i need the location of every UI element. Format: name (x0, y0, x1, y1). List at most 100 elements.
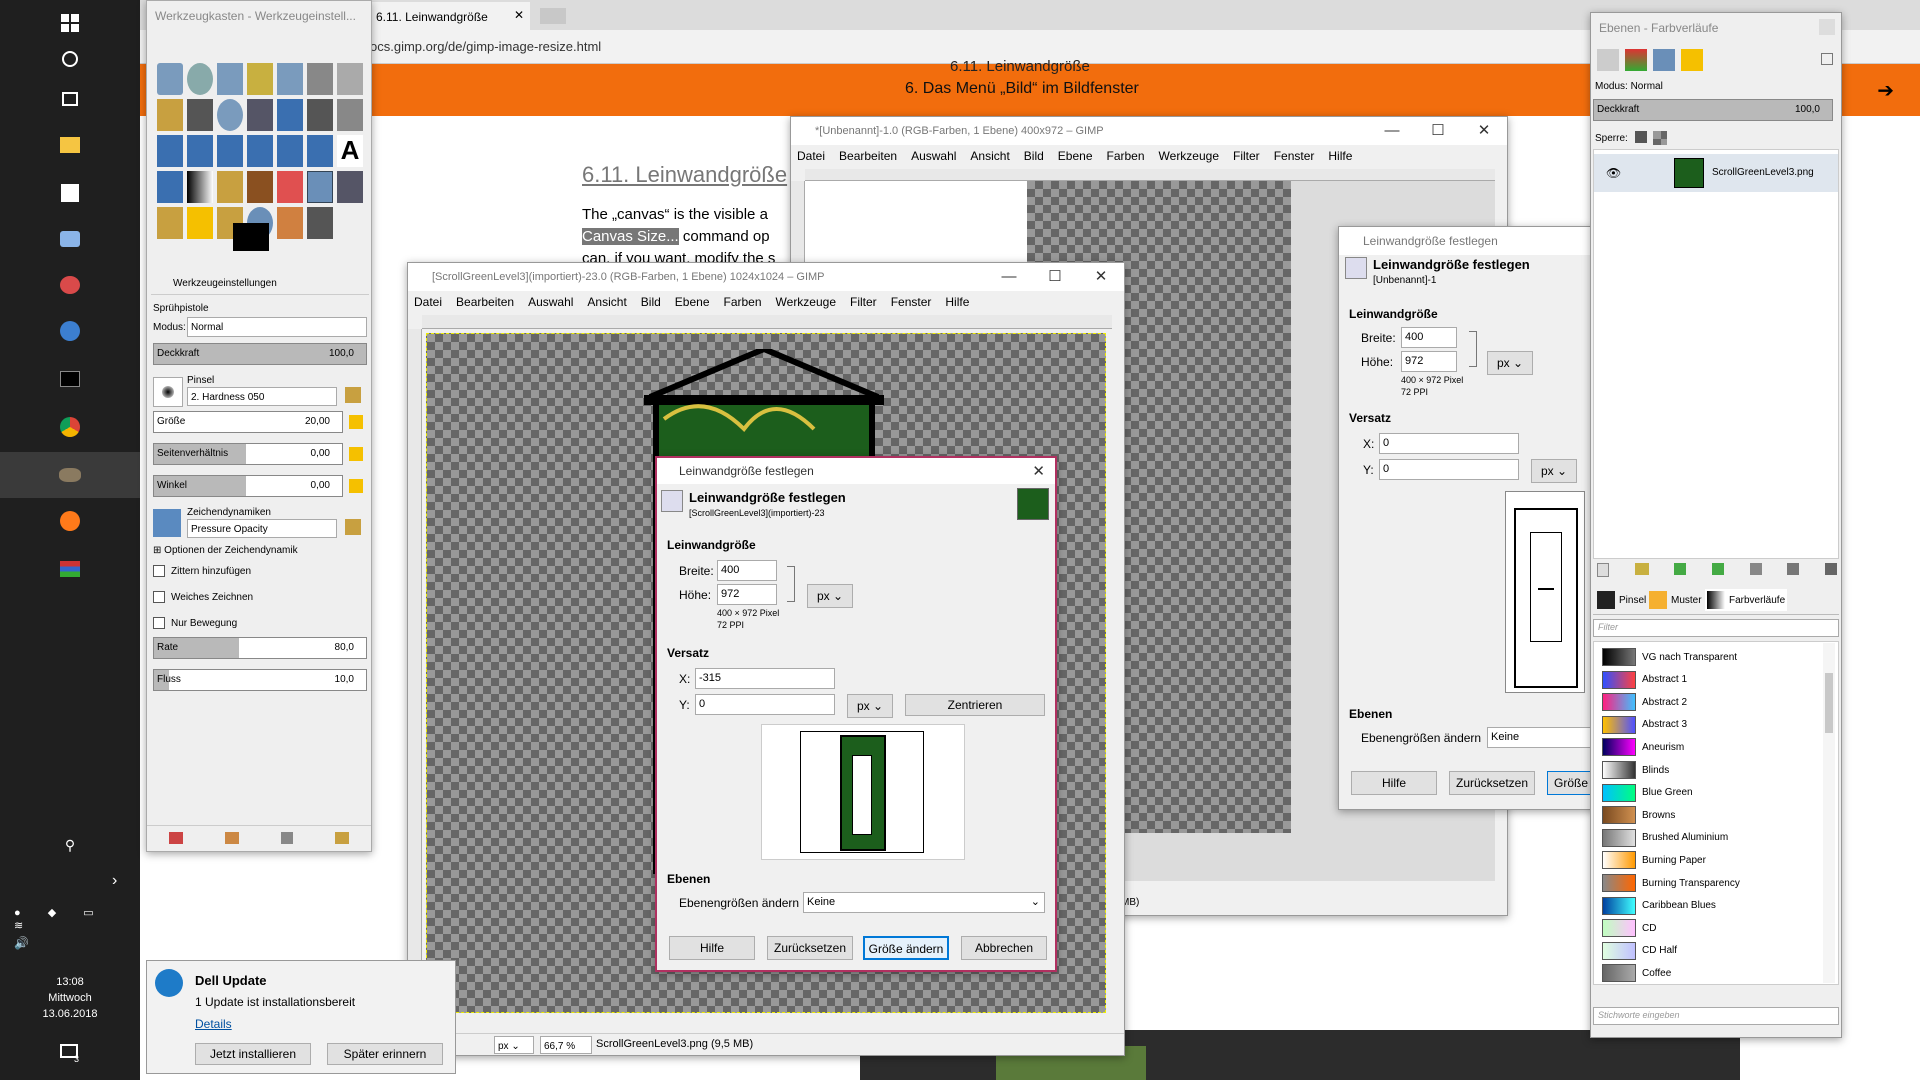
dialog-breite-input[interactable]: 400 (717, 560, 777, 581)
menu-item[interactable]: Hilfe (945, 295, 969, 309)
lock-paint-icon[interactable] (1635, 131, 1647, 143)
dialog2-breite-input[interactable]: 400 (1401, 327, 1457, 348)
gradient-item[interactable]: Aneurism (1602, 736, 1832, 758)
next-arrow-icon[interactable]: ➔ (1877, 78, 1894, 103)
menu-item[interactable]: Auswahl (528, 295, 573, 309)
tool-icon[interactable] (277, 135, 303, 167)
dynamics-options-expander[interactable]: ⊞ Optionen der Zeichendynamik (153, 545, 298, 556)
reset-size-icon[interactable] (349, 415, 363, 429)
gradient-filter[interactable]: Filter (1593, 619, 1839, 637)
raise-layer-icon[interactable] (1674, 563, 1687, 575)
gradient-item[interactable]: Abstract 3 (1602, 714, 1832, 736)
help-button[interactable]: Hilfe (669, 936, 755, 960)
menu-item[interactable]: Fenster (1274, 149, 1315, 163)
gradient-item[interactable]: Burning Transparency (1602, 872, 1832, 894)
tab-muster[interactable]: Muster (1649, 591, 1702, 609)
delete-options-icon[interactable] (281, 832, 293, 844)
gradient-item[interactable]: CD Half (1602, 940, 1832, 962)
layer-name[interactable]: ScrollGreenLevel3.png (1712, 167, 1814, 178)
tool-icon[interactable] (247, 135, 273, 167)
save-options-icon[interactable] (169, 832, 183, 844)
menu-item[interactable]: Bearbeiten (456, 295, 514, 309)
tool-icon[interactable] (307, 99, 333, 131)
dialog-offset-unit-select[interactable]: px ⌄ (847, 694, 893, 718)
gradient-item[interactable]: Brushed Aluminium (1602, 827, 1832, 849)
gradient-tags-input[interactable]: Stichworte eingeben (1593, 1007, 1839, 1025)
chrome-icon[interactable] (0, 404, 140, 450)
dynamics-field[interactable]: Pressure Opacity (187, 519, 337, 538)
paths-tab-icon[interactable] (1653, 49, 1675, 71)
dock-tab-icons[interactable] (1597, 49, 1703, 71)
tool-icon[interactable] (247, 171, 273, 203)
channels-tab-icon[interactable] (1625, 49, 1647, 71)
tool-icon[interactable] (337, 99, 363, 131)
menu-item[interactable]: Werkzeuge (1159, 149, 1219, 163)
foreground-color-swatch[interactable] (233, 223, 269, 251)
task-view-icon[interactable] (0, 76, 140, 122)
restore-options-icon[interactable] (225, 832, 239, 844)
tool-icon[interactable] (337, 171, 363, 203)
minimize-icon[interactable]: — (986, 263, 1032, 291)
app-icon-blue[interactable] (0, 216, 140, 262)
dialog2-x-input[interactable]: 0 (1379, 433, 1519, 454)
app-icon-globe[interactable] (0, 308, 140, 354)
clock-time[interactable]: 13:08 (0, 976, 140, 988)
terminal-icon[interactable] (0, 356, 140, 402)
checkbox-weiches[interactable]: Weiches Zeichnen (153, 591, 253, 603)
file-explorer-icon[interactable] (0, 122, 140, 168)
chevron-right-icon[interactable]: › (112, 872, 117, 890)
install-now-button[interactable]: Jetzt installieren (195, 1043, 311, 1065)
menu-item[interactable]: Fenster (891, 295, 932, 309)
seitenverhaeltnis-slider[interactable]: Seitenverhältnis 0,00 (153, 443, 343, 465)
dock-close-icon[interactable] (1819, 19, 1835, 35)
close-icon[interactable]: ✕ (1078, 263, 1124, 291)
close-tab-icon[interactable]: ✕ (514, 8, 524, 22)
groesse-slider[interactable]: Größe 20,00 (153, 411, 343, 433)
brush-preview[interactable] (153, 377, 183, 407)
new-group-icon[interactable] (1634, 563, 1649, 575)
dialog-chain-icon[interactable] (787, 566, 795, 602)
tab-pinsel[interactable]: Pinsel (1597, 591, 1646, 609)
tool-icon[interactable] (187, 135, 213, 167)
deckkraft-slider[interactable]: Deckkraft 100,0 (153, 343, 367, 365)
rate-slider[interactable]: Rate 80,0 (153, 637, 367, 659)
modus-select[interactable]: Normal (187, 317, 367, 337)
menu-item[interactable]: Datei (797, 149, 825, 163)
lock-alpha-icon[interactable] (1653, 131, 1667, 145)
tool-icon[interactable] (187, 99, 213, 131)
browser-tab[interactable]: 6.11. Leinwandgröße ✕ (370, 2, 530, 30)
reset-aspect-icon[interactable] (349, 447, 363, 461)
delete-layer-icon[interactable] (1824, 563, 1837, 575)
menu-item[interactable]: Filter (850, 295, 877, 309)
dialog2-chain-icon[interactable] (1469, 331, 1477, 367)
app-icon-stack[interactable] (0, 546, 140, 592)
dialog2-unit-select[interactable]: px ⌄ (1487, 351, 1533, 375)
dell-details-link[interactable]: Details (195, 1017, 232, 1031)
dialog2-hoehe-input[interactable]: 972 (1401, 351, 1457, 372)
tool-icon[interactable] (157, 63, 183, 95)
gradient-item[interactable]: Blinds (1602, 759, 1832, 781)
url-text[interactable]: ocs.gimp.org/de/gimp-image-resize.html (370, 39, 601, 54)
dialog-hoehe-input[interactable]: 972 (717, 584, 777, 605)
menu-item[interactable]: Ebene (1058, 149, 1093, 163)
dialog2-preview[interactable] (1505, 491, 1585, 693)
gradient-item[interactable]: Blue Green (1602, 782, 1832, 804)
dialog2-offset-unit-select[interactable]: px ⌄ (1531, 459, 1577, 483)
tool-icon[interactable] (157, 171, 183, 203)
gradient-item[interactable]: Abstract 2 (1602, 691, 1832, 713)
gradient-list[interactable]: VG nach Transparent Abstract 1 Abstract 2 A… (1593, 641, 1839, 985)
tool-icon[interactable] (157, 99, 183, 131)
text-tool-icon[interactable]: A (337, 135, 363, 167)
dialog-close-icon[interactable]: ✕ (1032, 462, 1045, 480)
maximize-icon[interactable]: ☐ (1415, 117, 1461, 145)
edit-dynamics-icon[interactable] (345, 519, 361, 535)
resize-button[interactable]: Größe ändern (863, 936, 949, 960)
anchor-layer-icon[interactable] (1787, 563, 1800, 575)
airbrush-tool-icon[interactable] (307, 171, 333, 203)
gimp-taskbar-icon[interactable] (0, 452, 140, 498)
tool-grid[interactable]: A (157, 63, 369, 239)
volume-icon[interactable]: 🔊 (14, 936, 29, 950)
people-icon[interactable]: ⚲ (0, 822, 140, 868)
checkbox-zittern[interactable]: Zittern hinzufügen (153, 565, 251, 577)
reset-options-icon[interactable] (335, 832, 349, 844)
